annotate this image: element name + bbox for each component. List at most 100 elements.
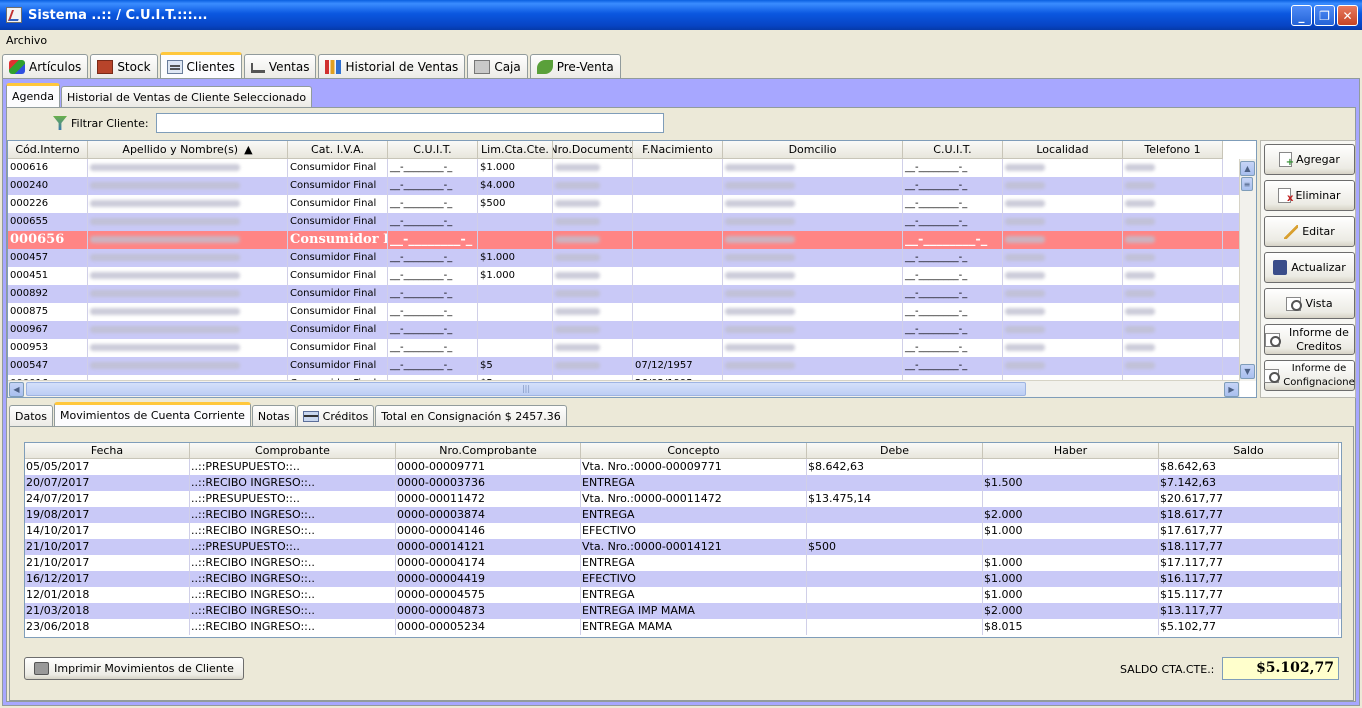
- menu-archivo[interactable]: Archivo: [6, 34, 47, 47]
- scroll-down-icon[interactable]: ▼: [1240, 364, 1255, 379]
- table-cell: 000892: [8, 285, 88, 303]
- table-cell: [553, 285, 633, 303]
- actualizar-button[interactable]: Actualizar: [1264, 252, 1355, 283]
- tab-ventas[interactable]: Ventas: [243, 54, 317, 78]
- column-header[interactable]: F.Nacimiento: [633, 141, 723, 159]
- column-header[interactable]: C.U.I.T.: [903, 141, 1003, 159]
- table-row[interactable]: 000967 Consumidor Final __-________-_ __-__…: [8, 321, 1240, 339]
- minimize-button[interactable]: _: [1291, 5, 1312, 26]
- vista-button[interactable]: Vista: [1264, 288, 1355, 319]
- column-header[interactable]: Telefono 1: [1123, 141, 1223, 159]
- table-cell: __-________-_: [388, 285, 478, 303]
- table-row[interactable]: 05/05/2017 ..::PRESUPUESTO::.. 0000-000097…: [25, 459, 1341, 475]
- column-header[interactable]: Nro.Documento: [553, 141, 633, 159]
- tab-historial-ventas[interactable]: Historial de Ventas: [318, 54, 466, 78]
- column-header[interactable]: Lim.Cta.Cte.: [478, 141, 553, 159]
- informe-creditos-button[interactable]: Informe de Creditos: [1264, 324, 1355, 355]
- editar-button[interactable]: Editar: [1264, 216, 1355, 247]
- redacted-text: [555, 181, 600, 189]
- table-row[interactable]: 14/10/2017 ..::RECIBO INGRESO::.. 0000-000…: [25, 523, 1341, 539]
- scroll-up-icon[interactable]: ▲: [1240, 161, 1255, 176]
- column-header[interactable]: Haber: [983, 443, 1159, 459]
- tab-consignacion[interactable]: Total en Consignación $ 2457.36: [375, 405, 567, 426]
- eliminar-button[interactable]: Eliminar: [1264, 180, 1355, 211]
- tab-datos[interactable]: Datos: [9, 405, 53, 426]
- column-header[interactable]: Comprobante: [190, 443, 396, 459]
- table-row[interactable]: 19/08/2017 ..::RECIBO INGRESO::.. 0000-000…: [25, 507, 1341, 523]
- column-header[interactable]: Localidad: [1003, 141, 1123, 159]
- main-tabs: Artículos Stock Clientes Ventas Historia…: [2, 52, 623, 78]
- column-header[interactable]: Debe: [807, 443, 983, 459]
- table-row[interactable]: 12/01/2018 ..::RECIBO INGRESO::.. 0000-000…: [25, 587, 1341, 603]
- tab-articulos[interactable]: Artículos: [2, 54, 89, 78]
- print-movements-button[interactable]: Imprimir Movimientos de Cliente: [24, 657, 244, 680]
- column-header[interactable]: Apellido y Nombre(s) ▲: [88, 141, 288, 159]
- close-button[interactable]: ✕: [1337, 5, 1358, 26]
- tab-caja[interactable]: Caja: [467, 54, 528, 78]
- table-cell: __-________-_: [388, 339, 478, 357]
- column-header[interactable]: Saldo: [1159, 443, 1339, 459]
- table-cell: $2.000: [983, 507, 1159, 523]
- horizontal-scrollbar[interactable]: ◀ ||| ▶: [8, 380, 1240, 397]
- redacted-text: [1005, 289, 1045, 297]
- agregar-button[interactable]: Agregar: [1264, 144, 1355, 175]
- column-header[interactable]: C.U.I.T.: [388, 141, 478, 159]
- table-row[interactable]: 23/06/2018 ..::RECIBO INGRESO::.. 0000-000…: [25, 619, 1341, 635]
- table-row[interactable]: 000953 Consumidor Final __-________-_ __-__…: [8, 339, 1240, 357]
- table-cell: [1123, 303, 1223, 321]
- table-row[interactable]: 21/10/2017 ..::RECIBO INGRESO::.. 0000-000…: [25, 555, 1341, 571]
- tab-movimientos[interactable]: Movimientos de Cuenta Corriente: [54, 402, 251, 426]
- tab-historial-cliente[interactable]: Historial de Ventas de Cliente Seleccion…: [60, 86, 313, 107]
- table-row[interactable]: 16/12/2017 ..::RECIBO INGRESO::.. 0000-000…: [25, 571, 1341, 587]
- column-header[interactable]: Domcilio: [723, 141, 903, 159]
- column-header[interactable]: Fecha: [25, 443, 190, 459]
- table-cell: ..::RECIBO INGRESO::..: [190, 507, 396, 523]
- table-cell: __-________-_: [388, 195, 478, 213]
- table-row[interactable]: 000226 Consumidor Final __-________-_ $500 _…: [8, 195, 1240, 213]
- table-cell: __-________-_: [388, 213, 478, 231]
- table-row[interactable]: 000655 Consumidor Final __-________-_ __-__…: [8, 213, 1240, 231]
- redacted-text: [1005, 271, 1045, 279]
- table-row[interactable]: 000875 Consumidor Final __-________-_ __-__…: [8, 303, 1240, 321]
- column-header[interactable]: Concepto: [581, 443, 807, 459]
- selected-table-row[interactable]: 000656Consumidor Final__-________-___-__…: [8, 231, 1240, 249]
- table-row[interactable]: 000616 Consumidor Final __-________-_ $1.00…: [8, 159, 1240, 177]
- table-row[interactable]: 24/07/2017 ..::PRESUPUESTO::.. 0000-000114…: [25, 491, 1341, 507]
- table-cell: $17.117,77: [1159, 555, 1339, 571]
- maximize-button[interactable]: ❐: [1314, 5, 1335, 26]
- table-row[interactable]: 000547 Consumidor Final __-________-_ $5 07/…: [8, 357, 1240, 375]
- column-header[interactable]: Nro.Comprobante: [396, 443, 581, 459]
- column-header[interactable]: Cat. I.V.A.: [288, 141, 388, 159]
- tab-stock[interactable]: Stock: [90, 54, 158, 78]
- scroll-thumb[interactable]: ≡: [1241, 177, 1253, 191]
- table-cell: [723, 321, 903, 339]
- tab-notas[interactable]: Notas: [251, 405, 296, 426]
- horizontal-scroll-thumb[interactable]: |||: [26, 382, 1026, 396]
- table-row[interactable]: 21/10/2017 ..::PRESUPUESTO::.. 0000-000141…: [25, 539, 1341, 555]
- scroll-right-icon[interactable]: ▶: [1224, 382, 1239, 397]
- redacted-text: [90, 307, 240, 315]
- column-header[interactable]: Cód.Interno: [8, 141, 88, 159]
- filter-client-input[interactable]: [156, 113, 664, 133]
- redacted-text: [1005, 253, 1045, 261]
- vertical-scrollbar[interactable]: ▲ ≡ ▼: [1239, 159, 1256, 381]
- table-cell: 23/06/2018: [25, 619, 190, 635]
- report-icon: [1265, 332, 1281, 347]
- tab-pre-venta[interactable]: Pre-Venta: [529, 54, 621, 78]
- redacted-text: [1125, 289, 1155, 297]
- tab-clientes[interactable]: Clientes: [159, 52, 242, 78]
- tab-agenda[interactable]: Agenda: [6, 83, 60, 107]
- table-row[interactable]: 20/07/2017 ..::RECIBO INGRESO::.. 0000-000…: [25, 475, 1341, 491]
- table-row[interactable]: 000457 Consumidor Final __-________-_ $1.00…: [8, 249, 1240, 267]
- table-cell: [633, 231, 723, 249]
- scroll-left-icon[interactable]: ◀: [9, 382, 24, 397]
- table-cell: $13.117,77: [1159, 603, 1339, 619]
- informe-consignaciones-button[interactable]: Informe de Confignacione: [1264, 360, 1355, 391]
- table-row[interactable]: 21/03/2018 ..::RECIBO INGRESO::.. 0000-000…: [25, 603, 1341, 619]
- tab-creditos[interactable]: Créditos: [296, 405, 375, 426]
- table-row[interactable]: 000451 Consumidor Final __-________-_ $1.00…: [8, 267, 1240, 285]
- table-row[interactable]: 000892 Consumidor Final __-________-_ __-__…: [8, 285, 1240, 303]
- table-row[interactable]: 000240 Consumidor Final __-________-_ $4.00…: [8, 177, 1240, 195]
- table-cell: 000616: [8, 159, 88, 177]
- redacted-text: [1125, 163, 1155, 171]
